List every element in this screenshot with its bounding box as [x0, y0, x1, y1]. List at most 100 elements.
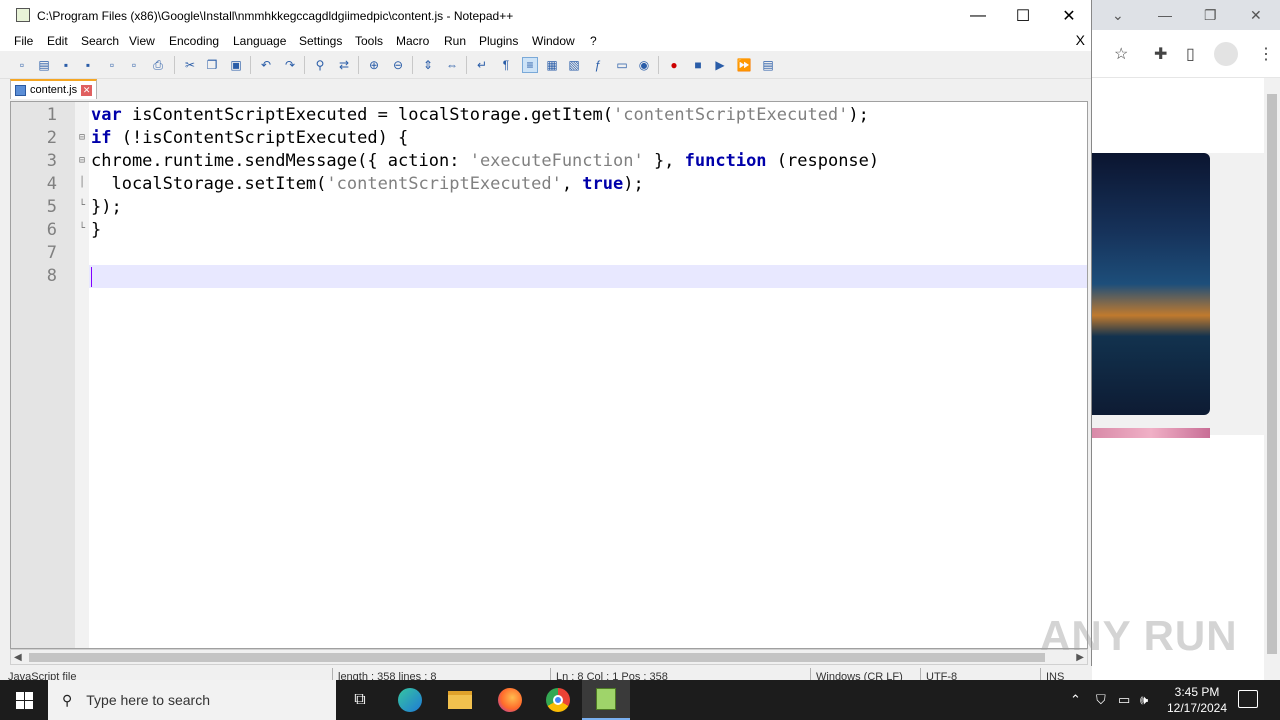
- desktop: ⌄ — ❐ ✕ ☆ ✚ ▯ ⋮ C:\Program Files (x86)\G…: [0, 0, 1280, 720]
- find-icon[interactable]: ⚲: [312, 57, 328, 73]
- code-text: (!isContentScriptExecuted) {: [111, 128, 409, 148]
- browser-scrollbar[interactable]: [1264, 78, 1280, 680]
- tab-close-icon[interactable]: ✕: [81, 84, 93, 96]
- toolbar-separator: [466, 56, 467, 74]
- cut-icon[interactable]: ✂: [182, 57, 198, 73]
- restore-icon[interactable]: ❐: [1204, 7, 1217, 24]
- zoom-in-icon[interactable]: ⊕: [366, 57, 382, 73]
- save-icon[interactable]: ▪: [58, 57, 74, 73]
- scrollbar-thumb[interactable]: [29, 653, 1045, 662]
- play-macro-icon[interactable]: ▶: [712, 57, 728, 73]
- menu-search[interactable]: Search: [81, 34, 119, 48]
- udl-icon[interactable]: ▦: [544, 57, 560, 73]
- horizontal-scrollbar[interactable]: ◀ ▶: [10, 649, 1088, 665]
- indent-guide-icon[interactable]: ≡: [522, 57, 538, 73]
- status-bar: JavaScript file length : 358 lines : 8 L…: [0, 666, 1092, 680]
- status-eol[interactable]: Windows (CR LF): [816, 671, 903, 680]
- close-file-icon[interactable]: ▫: [104, 57, 120, 73]
- scrollbar-thumb[interactable]: [1267, 94, 1277, 654]
- copy-icon[interactable]: ❐: [204, 57, 220, 73]
- show-all-chars-icon[interactable]: ¶: [498, 57, 514, 73]
- fold-minus-icon[interactable]: ⊟: [79, 155, 85, 166]
- code-editor[interactable]: 1 2 3 4 5 6 7 8 ⊟ ⊟ │ └ └ var isContentS…: [10, 101, 1088, 649]
- close-all-icon[interactable]: ▫: [126, 57, 142, 73]
- notepadpp-taskbar-button[interactable]: [582, 680, 630, 720]
- sync-vertical-icon[interactable]: ⇕: [420, 57, 436, 73]
- code-line-4: localStorage.setItem('contentScriptExecu…: [91, 174, 643, 194]
- menu-view[interactable]: View: [129, 34, 155, 48]
- file-explorer-taskbar-button[interactable]: [436, 680, 484, 720]
- menu-window[interactable]: Window: [532, 34, 575, 48]
- show-hidden-icons-icon[interactable]: ⌃: [1070, 680, 1081, 720]
- monitoring-icon[interactable]: ◉: [636, 57, 652, 73]
- stop-macro-icon[interactable]: ■: [690, 57, 706, 73]
- minimize-icon[interactable]: —: [1158, 7, 1172, 23]
- doc-map-icon[interactable]: ▧: [566, 57, 582, 73]
- menu-plugins[interactable]: Plugins: [479, 34, 518, 48]
- pink-flowers-image[interactable]: [1092, 428, 1210, 438]
- star-icon[interactable]: ☆: [1114, 44, 1128, 64]
- close-document-button[interactable]: X: [1076, 32, 1085, 48]
- folder-workspace-icon[interactable]: ▭: [614, 57, 630, 73]
- background-browser-window[interactable]: ⌄ — ❐ ✕ ☆ ✚ ▯ ⋮: [1092, 0, 1280, 680]
- extensions-icon[interactable]: ✚: [1154, 44, 1167, 64]
- code-text: chrome.runtime.sendMessage({ action:: [91, 151, 470, 171]
- function-list-icon[interactable]: ƒ: [590, 57, 606, 73]
- status-insert-mode[interactable]: INS: [1046, 671, 1064, 680]
- tab-content-js[interactable]: content.js ✕: [10, 79, 98, 99]
- volume-icon[interactable]: 🕪: [1140, 680, 1148, 720]
- task-view-button[interactable]: ⧉: [336, 680, 384, 720]
- search-placeholder: Type here to search: [86, 692, 211, 708]
- taskbar-clock[interactable]: 3:45 PM 12/17/2024: [1160, 684, 1234, 716]
- keyword: var: [91, 105, 122, 125]
- new-file-icon[interactable]: ▫: [14, 57, 30, 73]
- maximize-button[interactable]: ☐: [1000, 0, 1046, 31]
- notepadpp-window[interactable]: C:\Program Files (x86)\Google\Install\nm…: [0, 0, 1092, 680]
- shield-icon[interactable]: ⛉: [1096, 680, 1106, 720]
- run-macro-multiple-icon[interactable]: ⏩: [736, 57, 752, 73]
- redo-icon[interactable]: ↷: [282, 57, 298, 73]
- sync-horizontal-icon[interactable]: ⇔: [444, 57, 460, 73]
- minimize-button[interactable]: —: [955, 0, 1001, 31]
- menu-icon[interactable]: ⋮: [1258, 44, 1274, 64]
- menu-settings[interactable]: Settings: [299, 34, 342, 48]
- menu-file[interactable]: File: [14, 34, 33, 48]
- word-wrap-icon[interactable]: ↵: [474, 57, 490, 73]
- notification-icon[interactable]: [1238, 690, 1258, 708]
- status-encoding[interactable]: UTF-8: [926, 671, 957, 680]
- start-button[interactable]: [0, 680, 48, 720]
- chrome-taskbar-button[interactable]: [534, 680, 582, 720]
- keyword: function: [684, 151, 767, 171]
- scroll-left-icon[interactable]: ◀: [14, 652, 22, 663]
- undo-icon[interactable]: ↶: [258, 57, 274, 73]
- open-file-icon[interactable]: ▤: [36, 57, 52, 73]
- paste-icon[interactable]: ▣: [228, 57, 244, 73]
- city-night-image[interactable]: [1092, 153, 1210, 415]
- network-icon[interactable]: ▭: [1118, 680, 1130, 720]
- status-separator: [1040, 668, 1041, 680]
- save-macro-icon[interactable]: ▤: [760, 57, 776, 73]
- taskbar-search-box[interactable]: ⚲ Type here to search: [48, 680, 336, 720]
- save-all-icon[interactable]: ▪: [80, 57, 96, 73]
- fold-minus-icon[interactable]: ⊟: [79, 132, 85, 143]
- sidepanel-icon[interactable]: ▯: [1186, 44, 1195, 64]
- zoom-out-icon[interactable]: ⊖: [390, 57, 406, 73]
- close-button[interactable]: ✕: [1046, 0, 1092, 31]
- file-explorer-icon: [448, 691, 472, 709]
- menu-run[interactable]: Run: [444, 34, 466, 48]
- menu-help[interactable]: ?: [590, 34, 597, 48]
- close-icon[interactable]: ✕: [1250, 7, 1262, 24]
- menu-tools[interactable]: Tools: [355, 34, 383, 48]
- menu-macro[interactable]: Macro: [396, 34, 429, 48]
- firefox-taskbar-button[interactable]: [486, 680, 534, 720]
- menu-language[interactable]: Language: [233, 34, 286, 48]
- window-titlebar: C:\Program Files (x86)\Google\Install\nm…: [0, 0, 1091, 31]
- print-icon[interactable]: ⎙: [150, 57, 166, 73]
- profile-avatar[interactable]: [1214, 42, 1238, 66]
- replace-icon[interactable]: ⇄: [336, 57, 352, 73]
- edge-taskbar-button[interactable]: [386, 680, 434, 720]
- chevron-down-icon[interactable]: ⌄: [1112, 7, 1124, 24]
- record-macro-icon[interactable]: ●: [666, 57, 682, 73]
- menu-edit[interactable]: Edit: [47, 34, 68, 48]
- menu-encoding[interactable]: Encoding: [169, 34, 219, 48]
